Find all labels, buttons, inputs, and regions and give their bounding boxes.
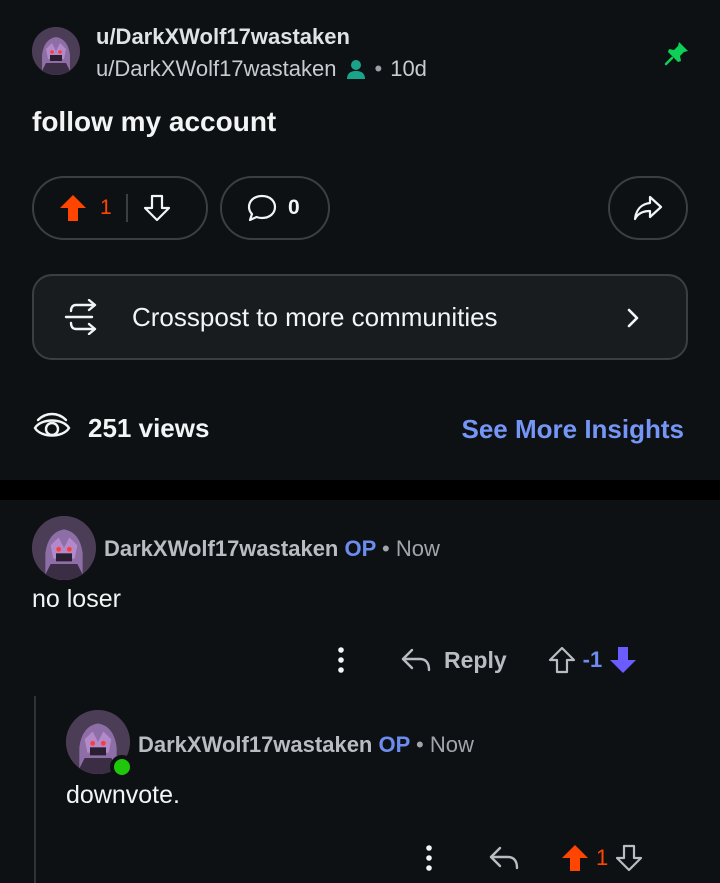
crosspost-button[interactable]: Crosspost to more communities bbox=[32, 274, 688, 360]
section-divider bbox=[0, 480, 720, 500]
post-author[interactable]: u/DarkXWolf17wastaken bbox=[96, 56, 337, 82]
online-status-indicator bbox=[110, 755, 134, 779]
comment-author-line: DarkXWolf17wastaken OP • Now bbox=[138, 732, 474, 758]
comment-actions: 1 bbox=[418, 843, 644, 873]
comment-author-line: DarkXWolf17wastaken OP • Now bbox=[104, 536, 440, 562]
vote-bar: 1 bbox=[32, 176, 208, 240]
share-button[interactable] bbox=[608, 176, 688, 240]
eye-icon bbox=[33, 412, 71, 437]
meta-separator: • bbox=[416, 732, 424, 757]
op-badge: OP bbox=[378, 732, 410, 757]
vote-divider bbox=[125, 194, 128, 222]
post-card: u/DarkXWolf17wastaken u/DarkXWolf17wasta… bbox=[0, 0, 720, 480]
more-vertical-icon[interactable] bbox=[418, 843, 440, 873]
views-stat: 251 views bbox=[32, 410, 209, 446]
post-meta: u/DarkXWolf17wastaken • 10d bbox=[96, 56, 427, 82]
comment-avatar[interactable] bbox=[32, 516, 96, 580]
more-vertical-icon[interactable] bbox=[330, 645, 352, 675]
vote-count: 1 bbox=[100, 196, 112, 219]
comment-time: Now bbox=[429, 732, 474, 757]
upvote-arrow-icon[interactable] bbox=[58, 193, 88, 223]
avatar-image bbox=[32, 516, 96, 580]
meta-separator: • bbox=[374, 56, 383, 81]
views-count: 251 views bbox=[88, 412, 210, 443]
comment-score: -1 bbox=[582, 647, 603, 672]
comment-body: no loser bbox=[32, 585, 121, 613]
post-avatar[interactable] bbox=[32, 27, 80, 75]
comment-author[interactable]: DarkXWolf17wastaken bbox=[138, 732, 372, 757]
comment-author[interactable]: DarkXWolf17wastaken bbox=[104, 536, 338, 561]
user-profile-icon bbox=[346, 60, 365, 79]
upvote-arrow-icon[interactable] bbox=[547, 645, 577, 675]
crosspost-icon bbox=[64, 299, 97, 335]
comment-count: 0 bbox=[288, 196, 300, 219]
reply-button[interactable]: Reply bbox=[400, 646, 507, 674]
post-time: 10d bbox=[390, 56, 427, 81]
comment-score: 1 bbox=[596, 845, 609, 870]
thread-line[interactable] bbox=[34, 696, 36, 883]
reply-arrow-icon bbox=[401, 648, 431, 672]
reply-label: Reply bbox=[444, 646, 507, 673]
downvote-arrow-icon[interactable] bbox=[614, 843, 644, 873]
comment-actions: Reply -1 bbox=[330, 645, 638, 675]
comments-section: DarkXWolf17wastaken OP • Now no loser Re… bbox=[0, 500, 720, 883]
op-badge: OP bbox=[344, 536, 376, 561]
meta-separator: • bbox=[382, 536, 390, 561]
see-more-insights-link[interactable]: See More Insights bbox=[462, 414, 685, 445]
crosspost-label: Crosspost to more communities bbox=[132, 301, 498, 332]
downvote-arrow-icon[interactable] bbox=[142, 193, 172, 223]
community-name[interactable]: u/DarkXWolf17wastaken bbox=[96, 24, 350, 50]
comments-button[interactable]: 0 bbox=[220, 176, 330, 240]
comment-body: downvote. bbox=[66, 781, 180, 809]
avatar-image bbox=[32, 27, 80, 75]
reply-arrow-icon[interactable] bbox=[488, 844, 520, 872]
comment-bubble-icon bbox=[247, 194, 277, 222]
upvote-arrow-icon[interactable] bbox=[560, 843, 590, 873]
chevron-right-icon bbox=[627, 308, 639, 328]
share-arrow-icon bbox=[633, 195, 663, 221]
comment-time: Now bbox=[395, 536, 440, 561]
pin-icon[interactable] bbox=[664, 40, 690, 66]
downvote-arrow-icon[interactable] bbox=[608, 645, 638, 675]
post-title[interactable]: follow my account bbox=[32, 106, 276, 138]
